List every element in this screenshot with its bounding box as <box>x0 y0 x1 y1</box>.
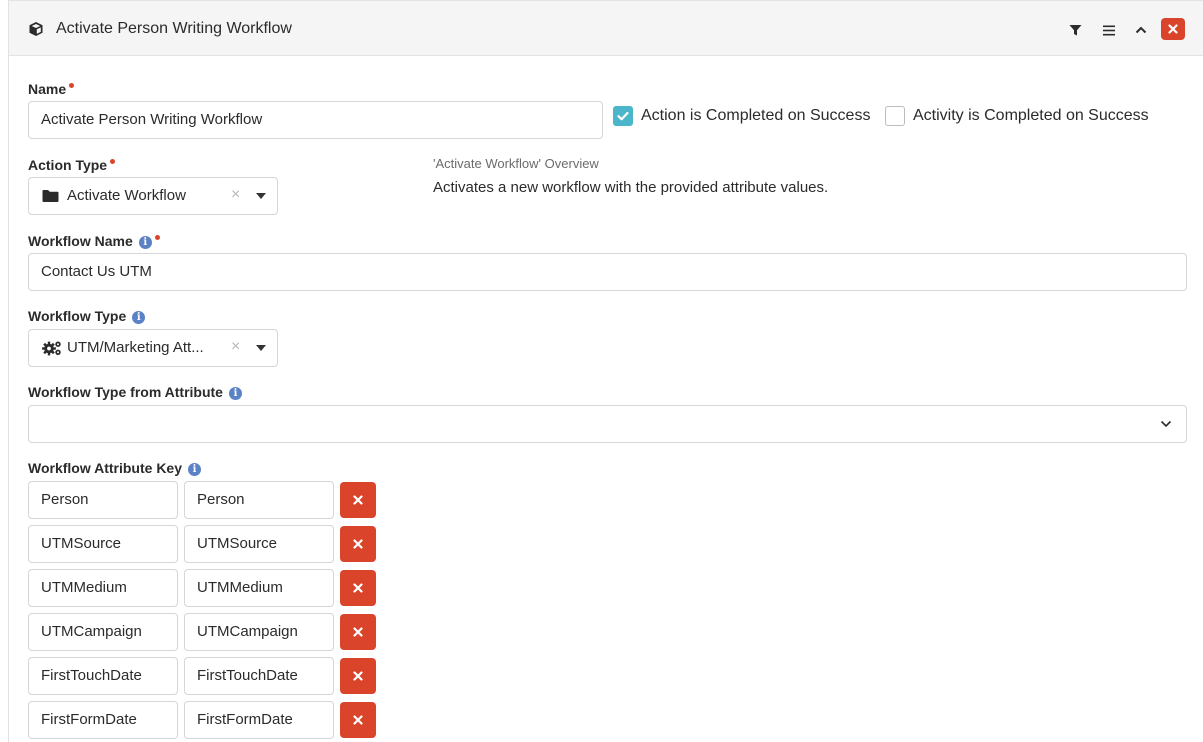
close-icon <box>353 539 363 549</box>
clear-selection-button[interactable]: × <box>231 338 240 356</box>
remove-row-button[interactable] <box>340 658 376 694</box>
attribute-key-input[interactable]: FirstFormDate <box>28 701 178 739</box>
close-icon <box>353 495 363 505</box>
remove-row-button[interactable] <box>340 526 376 562</box>
action-completed-label[interactable]: Action is Completed on Success <box>641 107 870 125</box>
attribute-value-input[interactable]: UTMSource <box>184 525 334 563</box>
attribute-key-input[interactable]: UTMSource <box>28 525 178 563</box>
attribute-key-input[interactable]: FirstTouchDate <box>28 657 178 695</box>
workflow-type-label: Workflow Type i <box>28 308 146 324</box>
required-indicator <box>154 235 160 240</box>
close-icon <box>353 715 363 725</box>
attribute-value-input[interactable]: Person <box>184 481 334 519</box>
overview-text: Activates a new workflow with the provid… <box>433 179 829 196</box>
attribute-value-input[interactable]: FirstTouchDate <box>184 657 334 695</box>
workflow-type-from-attribute-label: Workflow Type from Attribute i <box>28 384 242 400</box>
workflow-type-from-attribute-select[interactable] <box>28 405 1187 443</box>
attribute-key-input[interactable]: UTMMedium <box>28 569 178 607</box>
clear-selection-button[interactable]: × <box>231 186 240 204</box>
info-icon[interactable]: i <box>132 311 146 324</box>
caret-down-icon[interactable] <box>256 345 266 351</box>
attribute-value-input[interactable]: FirstFormDate <box>184 701 334 739</box>
panel-title: Activate Person Writing Workflow <box>56 20 292 37</box>
menu-icon <box>1103 25 1115 35</box>
menu-button[interactable] <box>1097 19 1121 41</box>
folder-icon <box>42 189 59 208</box>
info-icon[interactable]: i <box>188 463 202 476</box>
action-type-value: Activate Workflow <box>67 187 186 204</box>
chevron-up-icon <box>1135 26 1147 34</box>
info-icon[interactable]: i <box>138 236 152 249</box>
name-input[interactable]: Activate Person Writing Workflow <box>28 101 603 139</box>
required-indicator <box>110 159 116 164</box>
attribute-value-input[interactable]: UTMMedium <box>184 569 334 607</box>
attribute-value-input[interactable]: UTMCampaign <box>184 613 334 651</box>
activity-completed-checkbox[interactable] <box>885 106 905 126</box>
remove-row-button[interactable] <box>340 482 376 518</box>
workflow-attribute-key-label: Workflow Attribute Key i <box>28 460 202 476</box>
close-icon <box>1168 24 1178 34</box>
close-icon <box>353 583 363 593</box>
info-icon[interactable]: i <box>228 387 242 400</box>
remove-row-button[interactable] <box>340 570 376 606</box>
close-button[interactable] <box>1161 18 1185 40</box>
required-indicator <box>69 83 75 88</box>
close-icon <box>353 627 363 637</box>
workflow-type-value: UTM/Marketing Att... <box>67 339 204 356</box>
workflow-name-label: Workflow Name i <box>28 233 160 249</box>
chevron-down-icon <box>1160 420 1172 428</box>
activity-completed-label[interactable]: Activity is Completed on Success <box>913 107 1149 125</box>
filter-icon <box>1069 24 1081 35</box>
action-type-label: Action Type <box>28 157 116 173</box>
filter-button[interactable] <box>1063 19 1087 41</box>
overview-title: 'Activate Workflow' Overview <box>433 156 599 171</box>
action-completed-checkbox[interactable] <box>613 106 633 126</box>
workflow-type-picker[interactable]: UTM/Marketing Att... × <box>28 329 278 367</box>
collapse-button[interactable] <box>1129 19 1153 41</box>
name-label: Name <box>28 81 75 97</box>
cube-icon <box>28 21 44 37</box>
attribute-key-input[interactable]: Person <box>28 481 178 519</box>
close-icon <box>353 671 363 681</box>
workflow-action-panel: Activate Person Writing Workflow Name Ac… <box>8 0 1203 742</box>
check-icon <box>617 111 629 121</box>
caret-down-icon[interactable] <box>256 193 266 199</box>
workflow-name-input[interactable]: Contact Us UTM <box>28 253 1187 291</box>
remove-row-button[interactable] <box>340 702 376 738</box>
cogs-icon <box>42 340 62 361</box>
action-type-picker[interactable]: Activate Workflow × <box>28 177 278 215</box>
attribute-key-input[interactable]: UTMCampaign <box>28 613 178 651</box>
panel-header: Activate Person Writing Workflow <box>9 0 1203 56</box>
remove-row-button[interactable] <box>340 614 376 650</box>
